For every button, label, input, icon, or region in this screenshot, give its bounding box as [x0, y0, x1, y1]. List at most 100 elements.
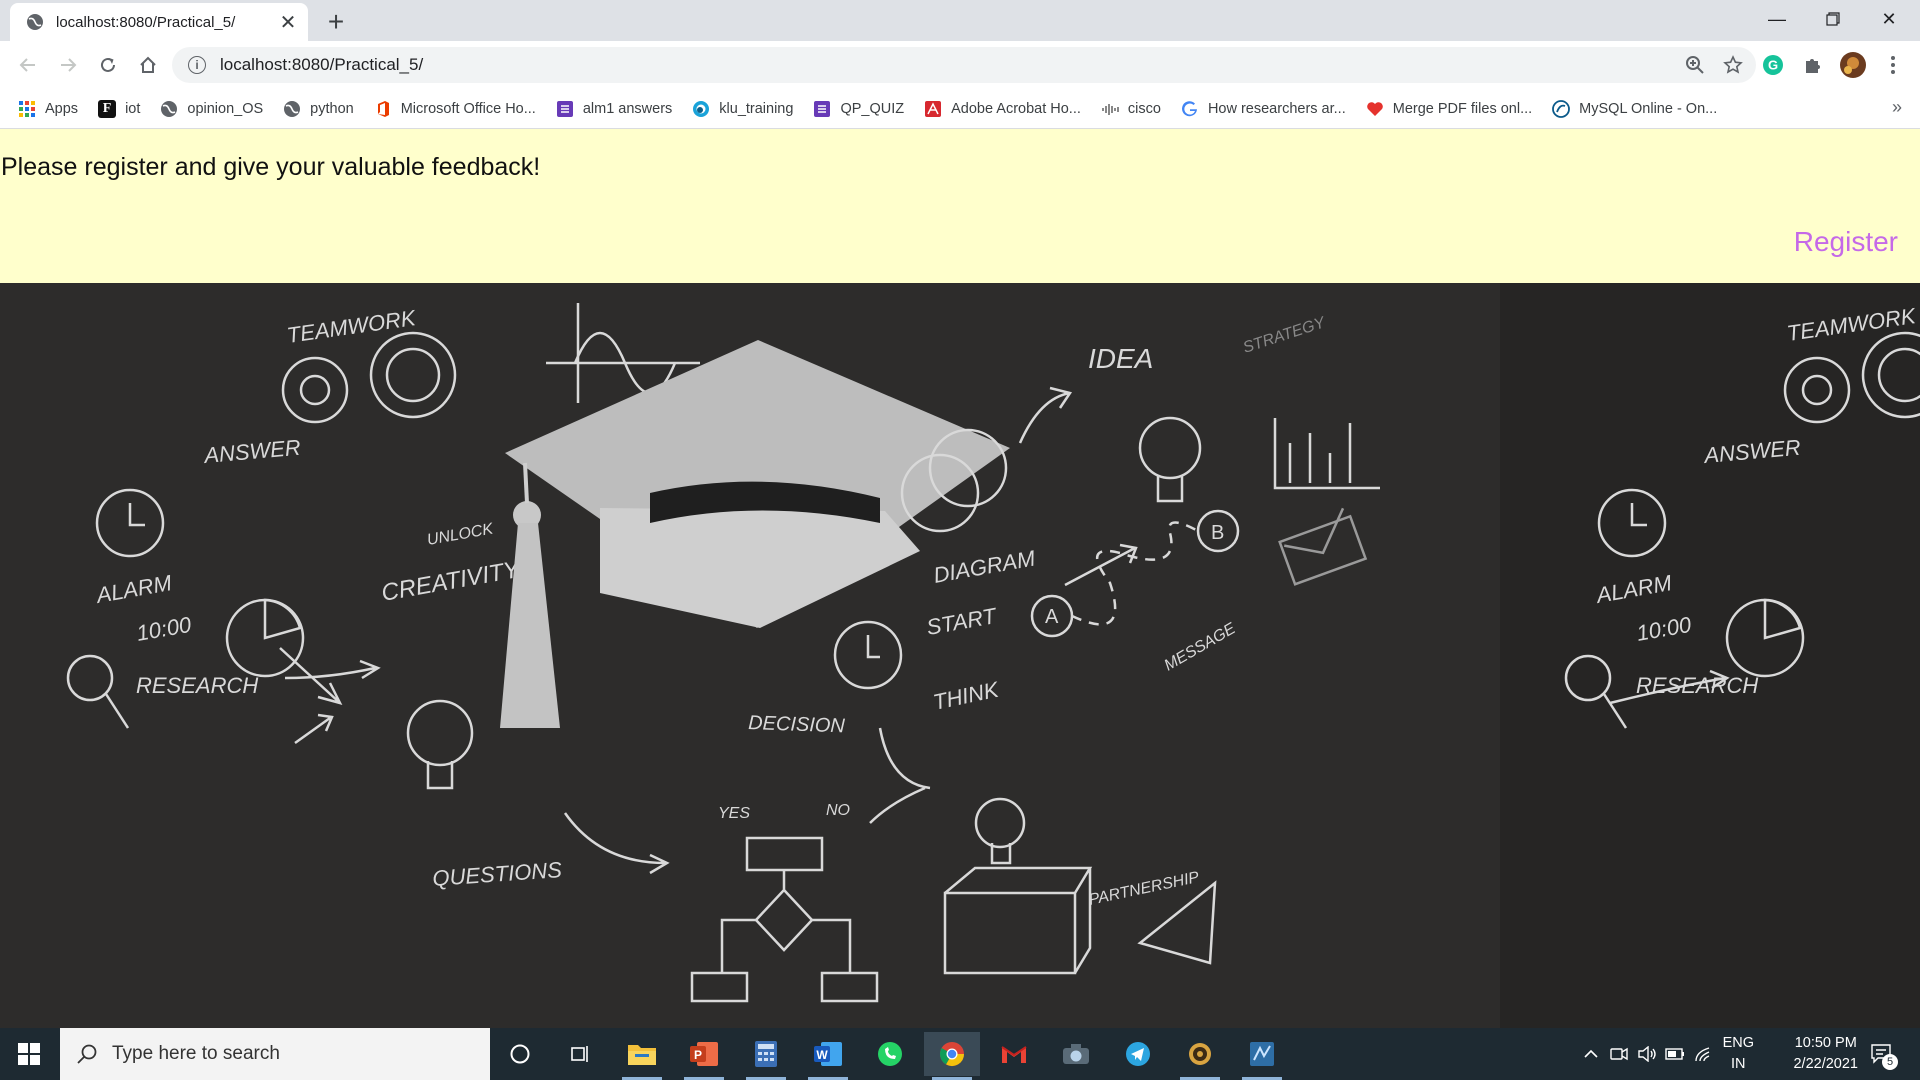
grammarly-extension-icon[interactable]: G: [1759, 51, 1787, 79]
close-window-button[interactable]: ✕: [1861, 0, 1917, 38]
site-info-icon[interactable]: i: [188, 56, 206, 74]
taskbar-app-gear[interactable]: [1172, 1032, 1228, 1080]
bookmark-label: cisco: [1127, 100, 1161, 117]
bookmark-cisco[interactable]: cisco: [1091, 95, 1171, 123]
bookmark-label: klu_training: [719, 100, 794, 117]
extensions-puzzle-icon[interactable]: [1799, 51, 1827, 79]
taskbar-powerpoint[interactable]: P: [676, 1032, 732, 1080]
bookmark-label: Apps: [45, 100, 79, 117]
board-word: YES: [718, 805, 750, 822]
bookmark-opinion-os[interactable]: opinion_OS: [150, 95, 273, 123]
bookmark-qp-quiz[interactable]: QP_QUIZ: [803, 95, 914, 123]
bookmark-mysql-online[interactable]: MySQL Online - On...: [1542, 95, 1727, 123]
svg-text:B: B: [1211, 522, 1224, 544]
camera-tray-icon: [1610, 1047, 1628, 1061]
page-content: Please register and give your valuable f…: [0, 129, 1920, 1028]
taskbar-calculator[interactable]: [738, 1032, 794, 1080]
google-icon: [1181, 100, 1197, 116]
bookmark-alm1-answers[interactable]: alm1 answers: [546, 95, 682, 123]
taskbar-chrome[interactable]: [924, 1032, 980, 1080]
restore-button[interactable]: [1805, 0, 1861, 38]
bookmark-label: iot: [125, 100, 141, 117]
taskbar-word[interactable]: W: [800, 1032, 856, 1080]
mysql-icon: [1552, 99, 1571, 118]
taskbar-telegram[interactable]: [1110, 1032, 1166, 1076]
tab-strip: localhost:8080/Practical_5/ ✕ + — ✕: [0, 0, 1920, 41]
whatsapp-icon: [878, 1042, 902, 1066]
back-button[interactable]: [12, 49, 44, 81]
bookmark-adobe-acrobat[interactable]: Adobe Acrobat Ho...: [914, 95, 1091, 123]
input-language-indicator[interactable]: ENG IN: [1723, 1033, 1754, 1075]
taskbar-whatsapp[interactable]: [862, 1032, 918, 1076]
bookmark-label: Merge PDF files onl...: [1392, 100, 1533, 117]
battery-icon[interactable]: [1662, 1028, 1688, 1080]
home-button[interactable]: [132, 49, 164, 81]
bookmark-star-icon[interactable]: [1718, 50, 1748, 80]
task-view-button[interactable]: [492, 1032, 548, 1076]
chalkboard-illustration: TEAMWORK ANSWER UNLOCK ALARM 10:00 CREAT…: [0, 283, 1920, 1028]
taskbar-gmail[interactable]: [986, 1032, 1042, 1076]
bookmark-python[interactable]: python: [273, 95, 364, 123]
arrow-right-icon: [61, 58, 77, 72]
reload-button[interactable]: [92, 49, 124, 81]
taskbar-search-box[interactable]: Type here to search: [60, 1028, 490, 1080]
bookmark-label: QP_QUIZ: [840, 100, 905, 117]
board-word: IDEA: [1088, 343, 1153, 374]
start-button[interactable]: [0, 1028, 58, 1080]
taskbar-camera[interactable]: [1048, 1032, 1104, 1076]
minimize-button[interactable]: —: [1749, 0, 1805, 38]
meet-now-icon[interactable]: [1606, 1028, 1632, 1080]
bookmark-apps[interactable]: Apps: [0, 95, 88, 123]
show-hidden-icons-button[interactable]: [1578, 1028, 1604, 1080]
bookmark-label: MySQL Online - On...: [1579, 100, 1718, 117]
close-tab-icon[interactable]: ✕: [274, 8, 302, 36]
cisco-icon: [1102, 103, 1119, 115]
browser-tab[interactable]: localhost:8080/Practical_5/ ✕: [10, 3, 308, 41]
globe-icon: [27, 14, 43, 30]
forms-icon: [814, 100, 831, 117]
globe-icon: [284, 100, 301, 117]
taskbar-clock[interactable]: 10:50 PM 2/22/2021: [1793, 1033, 1858, 1075]
calculator-icon: [755, 1041, 777, 1067]
board-word: RESEARCH: [1636, 673, 1758, 698]
register-link[interactable]: Register: [1794, 226, 1898, 258]
bookmarks-overflow-button[interactable]: »: [1892, 97, 1902, 118]
taskbar: Type here to search P W ENG IN 10:50 PM …: [0, 1028, 1920, 1080]
home-icon: [140, 56, 156, 73]
taskbar-netbeans[interactable]: [1234, 1032, 1290, 1080]
windows-logo-icon: [18, 1043, 40, 1065]
zoom-icon[interactable]: [1680, 50, 1710, 80]
task-view-icon-button[interactable]: [552, 1032, 608, 1076]
notifications-button[interactable]: 5: [1862, 1028, 1902, 1080]
bookmark-iot[interactable]: F iot: [88, 95, 150, 123]
bookmark-label: opinion_OS: [187, 100, 264, 117]
word-icon: W: [814, 1042, 842, 1066]
powerpoint-icon: P: [690, 1042, 718, 1066]
camera-icon: [1063, 1044, 1089, 1064]
new-tab-button[interactable]: +: [318, 6, 354, 38]
bookmark-merge-pdf[interactable]: Merge PDF files onl...: [1356, 95, 1542, 123]
bookmark-klu-training[interactable]: klu_training: [682, 95, 803, 123]
taskbar-file-explorer[interactable]: [614, 1032, 670, 1080]
bookmark-label: Adobe Acrobat Ho...: [951, 100, 1081, 117]
circle-logo-icon: [693, 100, 710, 117]
profile-avatar[interactable]: [1839, 51, 1867, 79]
address-bar[interactable]: i localhost:8080/Practical_5/: [172, 47, 1756, 83]
ide-icon: [1250, 1042, 1274, 1066]
url-text[interactable]: localhost:8080/Practical_5/: [220, 55, 1680, 75]
bookmark-how-researchers[interactable]: How researchers ar...: [1171, 95, 1356, 123]
folder-icon: [628, 1045, 656, 1065]
volume-icon[interactable]: [1634, 1028, 1660, 1080]
globe-icon: [161, 100, 178, 117]
gmail-icon: [1001, 1046, 1027, 1063]
forward-button[interactable]: [52, 49, 84, 81]
chrome-icon: [939, 1042, 964, 1067]
apps-grid-icon: [19, 100, 35, 117]
restore-icon: [1826, 12, 1840, 26]
search-icon: [77, 1044, 97, 1064]
svg-text:W: W: [816, 1048, 828, 1062]
browser-menu-icon[interactable]: [1879, 51, 1907, 79]
bookmark-microsoft-office[interactable]: Microsoft Office Ho...: [364, 95, 546, 123]
wifi-icon[interactable]: [1690, 1028, 1716, 1080]
bookmark-label: Microsoft Office Ho...: [400, 100, 536, 117]
